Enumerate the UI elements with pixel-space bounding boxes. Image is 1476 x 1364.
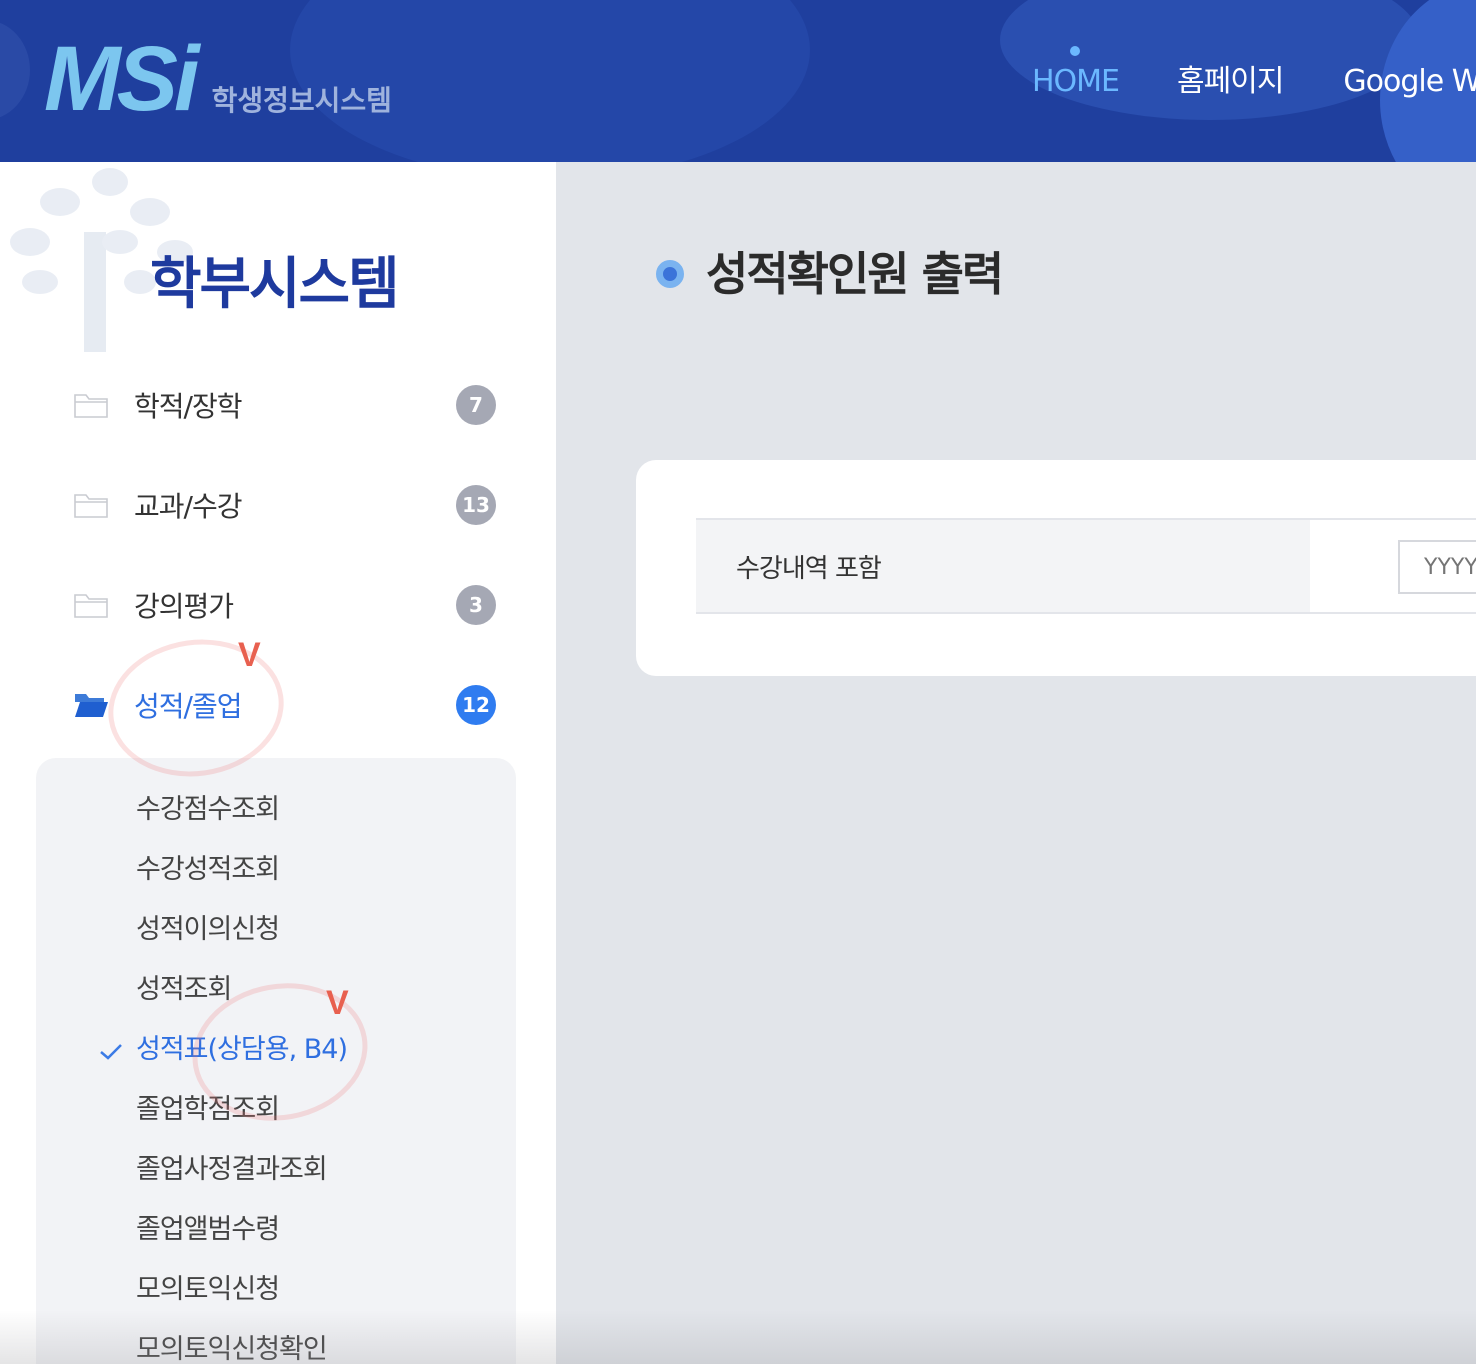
submenu-item[interactable]: 수강점수조회	[136, 792, 280, 828]
sidebar-title: 학부시스템	[150, 252, 400, 317]
logo-subtitle: 학생정보시스템	[211, 84, 392, 117]
form-label: 수강내역 포함	[736, 553, 882, 584]
nav-home-label: HOME	[1032, 64, 1120, 99]
folder-icon	[74, 394, 108, 418]
menu-item-academic[interactable]: 학적/장학 7	[74, 380, 504, 430]
submenu-item[interactable]: 성적이의신청	[136, 912, 280, 948]
submenu-item[interactable]: 졸업사정결과조회	[136, 1152, 328, 1188]
annotation-mark: V	[238, 636, 261, 674]
logo-mark: MSi	[44, 28, 200, 130]
nav-home[interactable]: HOME	[1032, 46, 1120, 102]
folder-icon	[74, 494, 108, 518]
nav-homepage[interactable]: 홈페이지	[1177, 62, 1284, 102]
submenu-item[interactable]: 모의토익신청	[136, 1272, 280, 1308]
active-dot-icon	[1070, 46, 1080, 56]
form-row: 수강내역 포함	[696, 518, 1476, 614]
menu-item-evaluation[interactable]: 강의평가 3	[74, 580, 504, 630]
page-title: 성적확인원 출력	[706, 247, 1004, 301]
sidebar: 학부시스템 학적/장학 7 교과/수강 13 강의평가 3 성적/졸업 12 수…	[0, 162, 556, 1364]
nav-google[interactable]: Google W	[1343, 62, 1476, 102]
submenu-item[interactable]: 수강성적조회	[136, 852, 280, 888]
page-title-row: 성적확인원 출력	[656, 246, 1004, 302]
count-badge: 13	[456, 485, 496, 525]
folder-open-icon	[75, 694, 108, 717]
count-badge: 7	[456, 385, 496, 425]
form-card: 수강내역 포함	[636, 460, 1476, 676]
form-label-cell: 수강내역 포함	[696, 520, 1310, 612]
submenu-item[interactable]: 졸업앨범수령	[136, 1212, 280, 1248]
date-input[interactable]	[1398, 540, 1476, 594]
menu-label: 교과/수강	[134, 490, 242, 523]
main-content: 성적확인원 출력 수강내역 포함	[556, 162, 1476, 1364]
menu-label: 학적/장학	[134, 390, 242, 423]
count-badge: 3	[456, 585, 496, 625]
top-nav: HOME 홈페이지 Google W	[1032, 46, 1476, 102]
top-header: MSi 학생정보시스템 HOME 홈페이지 Google W	[0, 0, 1476, 162]
check-icon	[100, 1044, 122, 1060]
count-badge: 12	[456, 685, 496, 725]
folder-icon	[74, 594, 108, 618]
annotation-mark: V	[326, 984, 349, 1022]
logo[interactable]: MSi 학생정보시스템	[44, 28, 392, 130]
menu-item-courses[interactable]: 교과/수강 13	[74, 480, 504, 530]
bullet-icon	[656, 260, 684, 288]
submenu-item[interactable]: 성적조회	[136, 972, 232, 1008]
submenu-item[interactable]: 모의토익신청확인	[136, 1332, 328, 1364]
page: MSi 학생정보시스템 HOME 홈페이지 Google W 학부시스템 학적/…	[0, 0, 1476, 1364]
menu-label: 강의평가	[134, 590, 234, 623]
